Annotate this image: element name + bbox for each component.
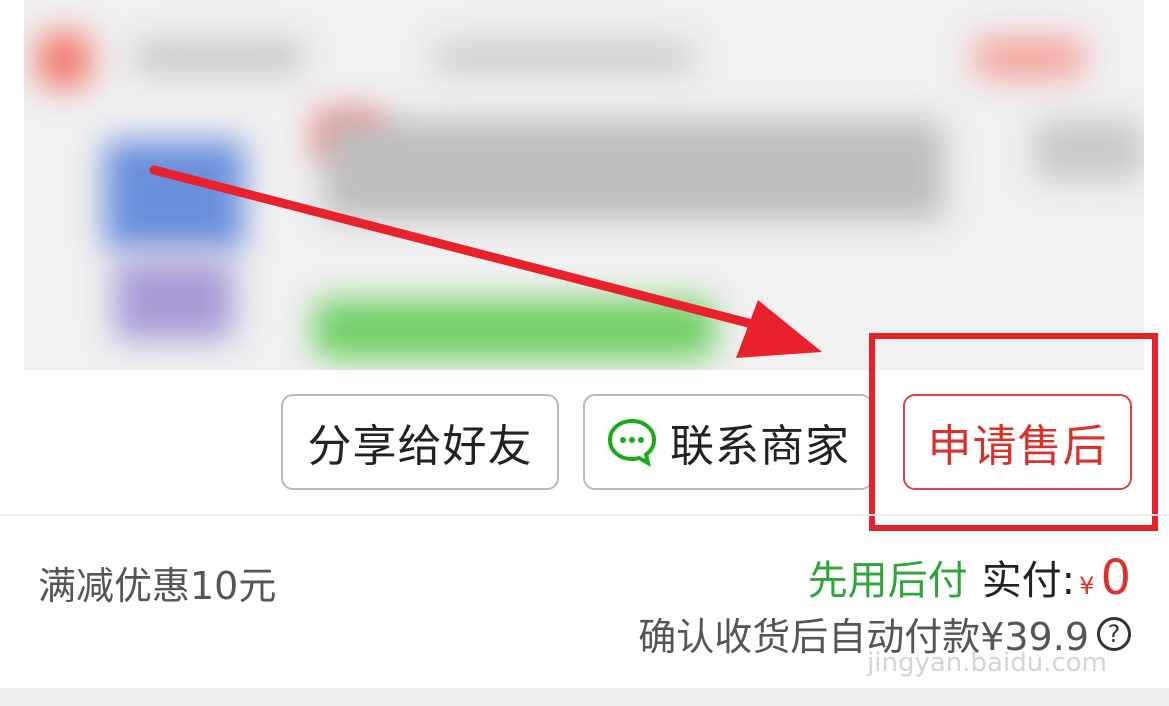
product-card-blurred[interactable] (24, 0, 1144, 370)
watermark-text: jingyan.baidu.com (867, 648, 1107, 678)
share-button-label: 分享给好友 (307, 421, 533, 472)
product-image-lower-blurred (114, 260, 234, 340)
chat-bubble-icon (606, 416, 658, 468)
pay-later-label: 先用后付 (807, 558, 968, 604)
discount-text: 满减优惠10元 (38, 564, 277, 608)
paid-amount: 0 (1100, 550, 1131, 606)
product-image-blurred (104, 140, 244, 250)
question-circle-icon[interactable]: ? (1097, 616, 1131, 651)
shop-avatar-blurred (34, 30, 94, 90)
apply-after-sale-button[interactable]: 申请售后 (903, 394, 1132, 490)
section-divider (0, 514, 1169, 516)
currency-symbol: ¥ (1079, 572, 1095, 600)
payment-summary: 先用后付 实付: ¥ 0 (808, 548, 1131, 606)
product-price-blurred (1034, 120, 1144, 180)
contact-merchant-button[interactable]: 联系商家 (583, 394, 873, 490)
shop-name-blurred (134, 40, 304, 74)
contact-button-label: 联系商家 (670, 421, 850, 472)
footer-band (0, 688, 1169, 706)
product-title-blurred (324, 120, 944, 220)
status-tag-blurred (974, 38, 1084, 78)
share-to-friend-button[interactable]: 分享给好友 (281, 394, 559, 490)
paid-label: 实付: (981, 558, 1076, 604)
shop-info-blurred (434, 40, 694, 74)
product-badge-blurred (314, 300, 714, 358)
after-sale-button-label: 申请售后 (927, 421, 1108, 472)
